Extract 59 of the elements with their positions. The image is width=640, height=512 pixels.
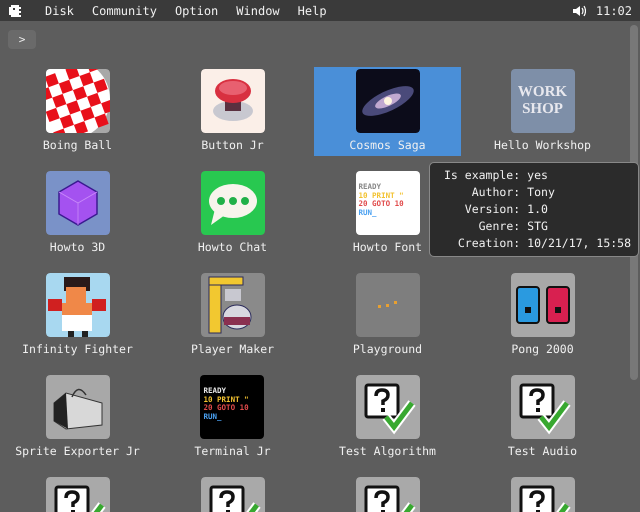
cube-icon[interactable]	[46, 171, 110, 235]
program-name: Howto Chat	[198, 240, 268, 254]
menu-item[interactable]: Help	[288, 2, 336, 20]
program-tile[interactable]: Player Maker	[188, 271, 276, 360]
clock: 11:02	[596, 4, 632, 18]
tooltip-key: Is example:	[444, 167, 520, 184]
menu-item[interactable]: Community	[82, 2, 166, 20]
question-check-icon[interactable]	[356, 375, 420, 439]
logo-text: WORK	[518, 84, 568, 101]
program-name: Sprite Exporter Jr	[15, 444, 140, 458]
path-button[interactable]: >	[8, 30, 36, 49]
program-tile[interactable]: Test Algorithm	[337, 373, 438, 462]
tooltip-value: 1.0	[527, 201, 549, 218]
tooltip-value: Tony	[527, 184, 556, 201]
program-name: Boing Ball	[42, 138, 112, 152]
chat-bubble-icon[interactable]	[200, 171, 264, 235]
program-name: Terminal Jr	[194, 444, 271, 458]
program-tile[interactable]: Boing Ball	[40, 67, 114, 156]
program-name: Player Maker	[190, 342, 274, 356]
push-button-icon[interactable]	[200, 69, 264, 133]
program-tile[interactable]: Pong 2000	[508, 271, 576, 360]
program-name: Test Algorithm	[339, 444, 436, 458]
coffee-maker-icon[interactable]	[200, 273, 264, 337]
program-name: Button Jr	[201, 138, 264, 152]
pixel-fighter-icon[interactable]	[46, 273, 110, 337]
menu-item[interactable]: Option	[166, 2, 228, 20]
program-name: Test Audio	[508, 444, 578, 458]
program-tile[interactable]: Test Audio	[506, 373, 580, 462]
tooltip-value: 10/21/17, 15:58	[527, 235, 632, 252]
program-tile[interactable]: Howto 3D	[44, 169, 112, 258]
checkered-ball-icon[interactable]	[46, 69, 110, 133]
question-check-icon[interactable]	[510, 375, 574, 439]
galaxy-icon[interactable]	[356, 69, 420, 133]
program-tile[interactable]: Playground	[350, 271, 424, 360]
program-name: Cosmos Saga	[349, 138, 426, 152]
speaker-icon[interactable]	[572, 4, 586, 16]
program-tile[interactable]: Infinity Fighter	[20, 271, 135, 360]
tooltip-key: Creation:	[444, 235, 520, 252]
logo-text: SHOP	[522, 101, 563, 118]
creature-logo-icon[interactable]	[8, 4, 24, 18]
tooltip-key: Genre:	[444, 218, 520, 235]
paddles-icon[interactable]	[510, 273, 574, 337]
program-tile[interactable]: Sprite Exporter Jr	[13, 373, 142, 462]
program-name: Infinity Fighter	[22, 342, 133, 356]
program-name: Playground	[352, 342, 422, 356]
program-name: Pong 2000	[511, 342, 574, 356]
menu-item[interactable]: Window	[227, 2, 289, 20]
program-name: Howto 3D	[50, 240, 106, 254]
toolbox-icon[interactable]	[46, 375, 110, 439]
tooltip-value: STG	[527, 218, 549, 235]
program-tile[interactable]: Cosmos Saga	[314, 67, 461, 156]
tooltip-key: Author:	[444, 184, 520, 201]
menu-item[interactable]: Disk	[36, 2, 83, 20]
program-name: Howto Font	[352, 240, 422, 254]
program-tile[interactable]: Button Jr	[198, 67, 266, 156]
program-name: Hello Workshop	[494, 138, 591, 152]
tooltip-key: Version:	[444, 201, 520, 218]
program-tile[interactable]: Howto Chat	[196, 169, 270, 258]
tooltip-value: yes	[527, 167, 549, 184]
